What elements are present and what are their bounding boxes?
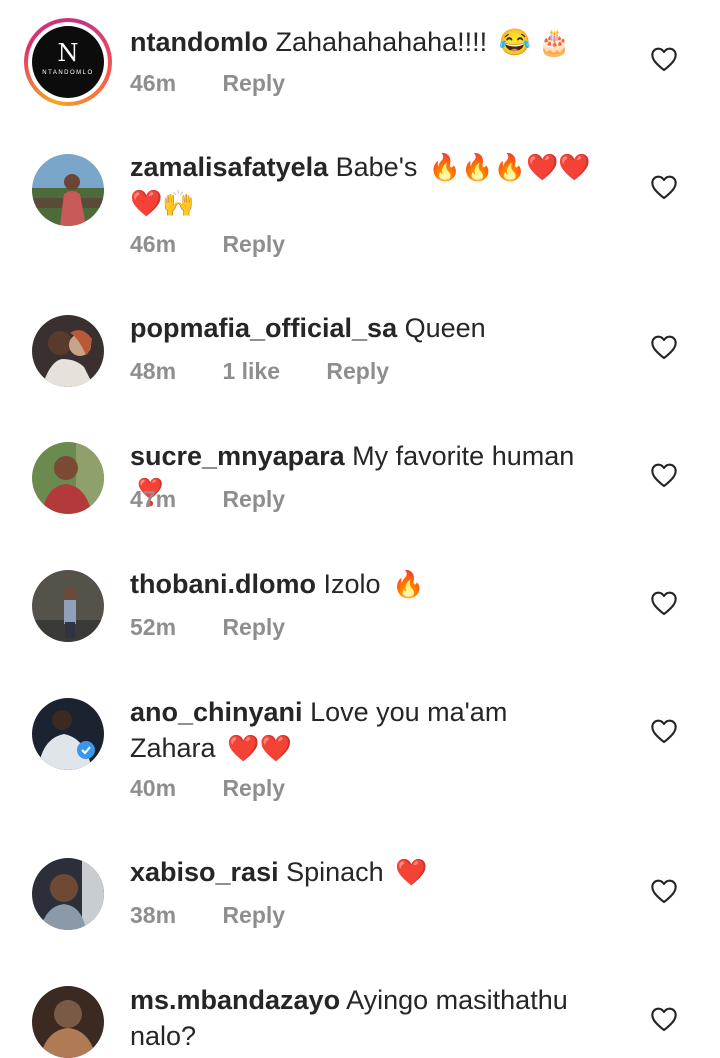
heart-outline-icon[interactable] <box>650 462 678 488</box>
reply-button[interactable]: Reply <box>222 70 285 96</box>
comment-body: Queen <box>404 313 486 343</box>
timestamp: 52m <box>130 614 177 640</box>
username-link[interactable]: thobani.dlomo <box>130 569 316 599</box>
comment-emoji: ❤️❤️ <box>227 733 292 763</box>
timestamp: 40m <box>130 775 177 801</box>
comment-text: ano_chinyani Love you ma'am Zahara ❤️❤️ <box>130 694 600 766</box>
timestamp: 46m <box>130 70 177 96</box>
comment-meta: 47m Reply <box>130 486 325 513</box>
username-link[interactable]: sucre_mnyapara <box>130 441 345 471</box>
comment-body: Spinach <box>286 857 384 887</box>
heart-outline-icon[interactable] <box>650 174 678 200</box>
username-link[interactable]: ano_chinyani <box>130 697 303 727</box>
comment-body: Izolo <box>323 569 381 599</box>
avatar[interactable] <box>32 442 104 514</box>
reply-button[interactable]: Reply <box>222 614 285 640</box>
avatar-story-ring[interactable]: N NTANDOMLO <box>24 18 112 106</box>
comment-body: Zahahahahaha!!!! <box>275 27 488 57</box>
comment-text: zamalisafatyela Babe's 🔥🔥🔥❤️❤️ ❤️🙌 <box>130 149 600 221</box>
reply-button[interactable]: Reply <box>222 775 285 801</box>
heart-outline-icon[interactable] <box>650 334 678 360</box>
heart-outline-icon[interactable] <box>650 878 678 904</box>
heart-outline-icon[interactable] <box>650 590 678 616</box>
comment-meta: 46m Reply <box>130 231 325 258</box>
avatar[interactable] <box>32 986 104 1058</box>
likes-count[interactable]: 1 like <box>222 358 280 384</box>
timestamp: 38m <box>130 902 177 928</box>
comment-text: xabiso_rasi Spinach ❤️ <box>130 854 600 890</box>
avatar-monogram: N <box>57 39 79 67</box>
avatar[interactable] <box>32 698 104 770</box>
comment-meta: 38m Reply <box>130 902 325 929</box>
avatar[interactable] <box>32 154 104 226</box>
username-link[interactable]: ntandomlo <box>130 27 268 57</box>
comment-meta: 40m Reply <box>130 775 325 802</box>
reply-button[interactable]: Reply <box>222 486 285 512</box>
comment-meta: 52m Reply <box>130 614 325 641</box>
avatar: N NTANDOMLO <box>32 26 104 98</box>
comment-text: ms.mbandazayo Ayingo masithathu nalo? <box>130 982 600 1054</box>
username-link[interactable]: zamalisafatyela <box>130 152 328 182</box>
comment-meta: 46m Reply <box>130 70 325 97</box>
avatar[interactable] <box>32 315 104 387</box>
comment-body: Babe's <box>335 152 418 182</box>
timestamp: 47m <box>130 486 177 512</box>
avatar[interactable] <box>32 570 104 642</box>
username-link[interactable]: xabiso_rasi <box>130 857 279 887</box>
avatar[interactable] <box>32 858 104 930</box>
heart-outline-icon[interactable] <box>650 1006 678 1032</box>
username-link[interactable]: ms.mbandazayo <box>130 985 340 1015</box>
avatar-brand: NTANDOMLO <box>42 70 94 76</box>
comment-emoji: 😂 🎂 <box>498 27 571 57</box>
comment-text: thobani.dlomo Izolo 🔥 <box>130 566 600 602</box>
comment-text: popmafia_official_sa Queen <box>130 310 600 346</box>
comment-emoji: ❤️ <box>395 857 428 887</box>
reply-button[interactable]: Reply <box>222 231 285 257</box>
comment-emoji: 🔥 <box>392 569 425 599</box>
reply-button[interactable]: Reply <box>326 358 389 384</box>
reply-button[interactable]: Reply <box>222 902 285 928</box>
heart-outline-icon[interactable] <box>650 46 678 72</box>
heart-outline-icon[interactable] <box>650 718 678 744</box>
timestamp: 46m <box>130 231 177 257</box>
timestamp: 48m <box>130 358 177 384</box>
username-link[interactable]: popmafia_official_sa <box>130 313 397 343</box>
comment-meta: 48m 1 like Reply <box>130 358 429 385</box>
comment-text: ntandomlo Zahahahahaha!!!! 😂 🎂 <box>130 24 600 60</box>
comment-body: My favorite human <box>352 441 575 471</box>
